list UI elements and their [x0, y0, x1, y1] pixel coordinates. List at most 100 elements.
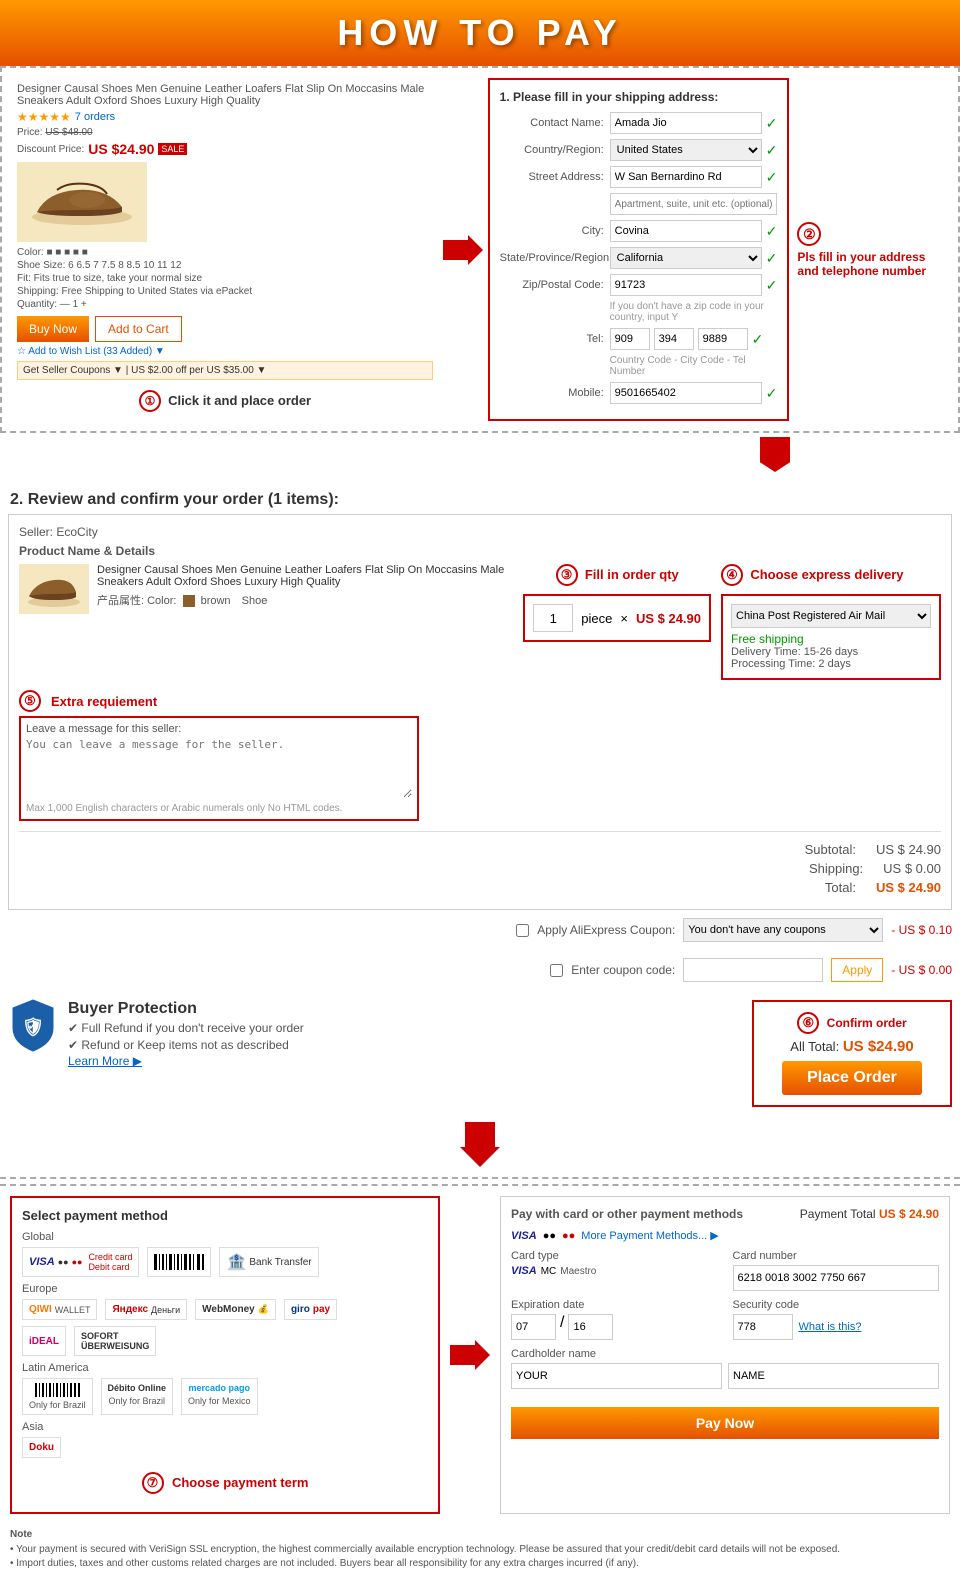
- message-textarea[interactable]: [26, 738, 412, 798]
- aliexpress-coupon-row: Apply AliExpress Coupon: You don't have …: [0, 910, 960, 950]
- product-card: Designer Causal Shoes Men Genuine Leathe…: [12, 78, 438, 421]
- exp-month-input[interactable]: [511, 1314, 556, 1340]
- step1-badge: ①: [139, 390, 161, 412]
- country-select[interactable]: United States: [610, 139, 762, 161]
- qiwi-label: QIWI: [29, 1304, 52, 1315]
- city-check-icon: ✓: [766, 223, 778, 240]
- debito-only-brazil: Only for Brazil: [109, 1396, 166, 1406]
- seller-info: Seller: EcoCity: [19, 525, 941, 539]
- what-is-this-link[interactable]: What is this?: [799, 1321, 862, 1333]
- buy-now-button[interactable]: Buy Now: [17, 316, 89, 342]
- visa-mc-method[interactable]: VISA ●● ●● Credit cardDebit card: [22, 1247, 139, 1277]
- mc-small: MC: [541, 1266, 557, 1277]
- yandex-label: Яндекс: [112, 1304, 148, 1315]
- state-select[interactable]: California: [610, 247, 762, 269]
- total-row: Total: US $ 24.90: [19, 880, 941, 895]
- qty-price: US $ 24.90: [636, 611, 701, 626]
- sofort-method[interactable]: SOFORTÜBERWEISUNG: [74, 1326, 156, 1356]
- confirm-order-label: ⑥ Confirm order: [764, 1012, 940, 1034]
- cardholder-label: Cardholder name: [511, 1348, 939, 1360]
- mc-red-logo: ●●: [72, 1257, 83, 1267]
- coupon-code-input[interactable]: [683, 958, 823, 982]
- size-label: Shoe Size:: [17, 260, 65, 271]
- cardholder-last-input[interactable]: [728, 1363, 939, 1389]
- arrow-right-payment-icon: [450, 1335, 490, 1375]
- free-shipping: Free shipping: [731, 632, 931, 646]
- step5-badge: ⑤: [19, 690, 41, 712]
- visa-small: VISA: [511, 1265, 537, 1277]
- contact-name-input[interactable]: [610, 112, 762, 134]
- payment-total-value: US $ 24.90: [879, 1207, 939, 1221]
- aliexpress-coupon-select[interactable]: You don't have any coupons: [683, 918, 883, 942]
- security-input[interactable]: [733, 1314, 793, 1340]
- subtotal-value: US $ 24.90: [876, 842, 941, 857]
- shipping-label-total: Shipping:: [809, 861, 863, 876]
- tel-input1[interactable]: [610, 328, 650, 350]
- tel-input2[interactable]: [654, 328, 694, 350]
- add-to-cart-button[interactable]: Add to Cart: [95, 316, 182, 342]
- ideal-method[interactable]: iDEAL: [22, 1326, 66, 1356]
- card-types-small: VISA MC Maestro: [511, 1265, 718, 1277]
- payment-total: Payment Total US $ 24.90: [800, 1207, 939, 1221]
- coupon-discount: - US $ 0.00: [891, 963, 952, 977]
- mercadopago-method[interactable]: mercado pago Only for Mexico: [181, 1378, 258, 1415]
- sale-badge: SALE: [158, 143, 187, 155]
- doku-method[interactable]: Doku: [22, 1437, 61, 1458]
- side-note-num: ②: [797, 222, 821, 246]
- zip-input[interactable]: [610, 274, 762, 296]
- state-label: State/Province/Region:: [500, 252, 610, 264]
- latin-america-methods-row: Only for Brazil Débito Online Only for B…: [22, 1378, 428, 1415]
- boleto-method-global[interactable]: [147, 1247, 211, 1277]
- cardholder-first-input[interactable]: [511, 1363, 722, 1389]
- webmoney-method[interactable]: WebMoney 💰: [195, 1299, 276, 1320]
- qty-input[interactable]: [533, 604, 573, 632]
- security-label: Security code: [733, 1299, 940, 1311]
- city-input[interactable]: [610, 220, 762, 242]
- giropay-pay: pay: [313, 1304, 330, 1315]
- more-methods-link[interactable]: More Payment Methods... ▶: [581, 1229, 718, 1242]
- bp-learn-more[interactable]: Learn More ▶: [68, 1054, 142, 1068]
- debito-method[interactable]: Débito Online Only for Brazil: [101, 1378, 174, 1415]
- pay-now-button[interactable]: Pay Now: [511, 1407, 939, 1439]
- arrow-down-section2: [0, 1117, 960, 1172]
- coupon-code-checkbox[interactable]: [550, 964, 563, 977]
- property-row: 产品属性: Color: brown Shoe: [97, 592, 513, 608]
- arrow-right-section1: [438, 78, 488, 421]
- debito-label: Débito Online: [108, 1383, 167, 1393]
- expiry-label: Expiration date: [511, 1299, 718, 1311]
- bank-transfer-label: Bank Transfer: [249, 1257, 311, 1268]
- cardholder-row: Cardholder name: [511, 1348, 939, 1389]
- tel-input3[interactable]: [698, 328, 748, 350]
- fit-label: Fit:: [17, 273, 31, 284]
- contact-name-label: Contact Name:: [500, 117, 610, 129]
- visa-logo-right: VISA: [511, 1230, 537, 1242]
- total-value: US $ 24.90: [876, 880, 941, 895]
- side-note-text: Pls fill in your address and telephone n…: [797, 250, 948, 278]
- place-order-button[interactable]: Place Order: [782, 1061, 922, 1095]
- boleto-method[interactable]: Only for Brazil: [22, 1378, 93, 1415]
- exp-slash: /: [560, 1314, 564, 1340]
- delivery-select[interactable]: China Post Registered Air Mail: [731, 604, 931, 628]
- zip-label: Zip/Postal Code:: [500, 279, 610, 291]
- street-input[interactable]: [610, 166, 762, 188]
- card-type-label: Card type: [511, 1250, 718, 1262]
- select-payment-title: Select payment method: [22, 1208, 428, 1223]
- message-hint: Max 1,000 English characters or Arabic n…: [26, 803, 412, 814]
- exp-year-input[interactable]: [568, 1314, 613, 1340]
- card-number-input[interactable]: [733, 1265, 940, 1291]
- payment-section: Select payment method Global VISA ●● ●● …: [0, 1184, 960, 1524]
- aliexpress-coupon-checkbox[interactable]: [516, 924, 529, 937]
- giropay-method[interactable]: giropay: [284, 1299, 337, 1320]
- global-label: Global: [22, 1231, 428, 1243]
- apt-input[interactable]: [610, 193, 778, 215]
- bank-transfer-method[interactable]: 🏦 Bank Transfer: [219, 1247, 318, 1277]
- apply-button[interactable]: Apply: [831, 958, 883, 982]
- section-1: Designer Causal Shoes Men Genuine Leathe…: [0, 66, 960, 433]
- payment-left: Select payment method Global VISA ●● ●● …: [10, 1196, 440, 1514]
- yandex-method[interactable]: Яндекс Деньги: [105, 1299, 187, 1320]
- step7-label: ⑦ Choose payment term: [22, 1464, 428, 1502]
- mobile-input[interactable]: [610, 382, 762, 404]
- qiwi-method[interactable]: QIWI WALLET: [22, 1299, 97, 1320]
- svg-text:✓: ✓: [27, 1017, 39, 1033]
- zip-hint: If you don't have a zip code in your cou…: [610, 301, 778, 323]
